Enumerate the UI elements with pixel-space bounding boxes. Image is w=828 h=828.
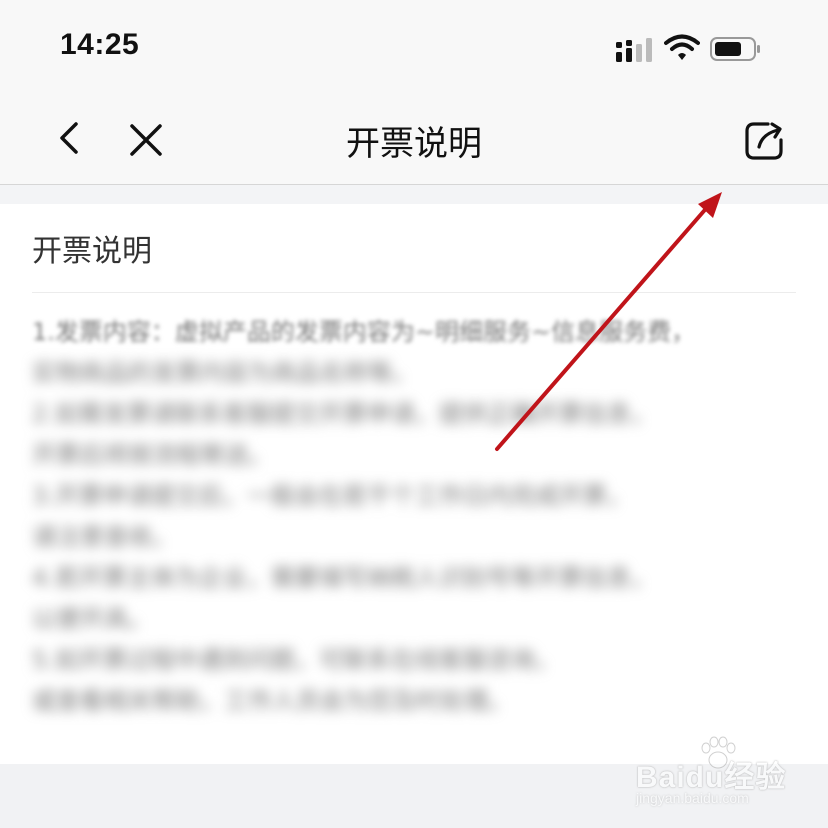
- blurred-paragraphs: 实物商品的发票内容为商品名称等。 2.如需发票请联系客服提交开票申请，提供正确开…: [32, 353, 796, 722]
- content-line: 实物商品的发票内容为商品名称等。: [32, 359, 416, 387]
- content-line: 开票后将按流程寄送。: [32, 441, 272, 469]
- watermark-url: jingyan.baidu.com: [636, 790, 749, 806]
- content-line: 请注意查收。: [32, 523, 176, 551]
- content-card: 开票说明 1.发票内容：虚拟产品的发票内容为~明细服务~信息服务费， 实物商品的…: [0, 204, 828, 764]
- signal-icon: [616, 38, 652, 62]
- content-line: 5.如开票过程中遇到问题，可联系在线客服咨询，: [32, 646, 559, 674]
- content-line: 2.如需发票请联系客服提交开票申请，提供正确开票信息，: [32, 400, 655, 428]
- content-body: 1.发票内容：虚拟产品的发票内容为~明细服务~信息服务费， 实物商品的发票内容为…: [32, 312, 796, 722]
- nav-title: 开票说明: [346, 124, 482, 164]
- nav-bar: 开票说明: [0, 96, 828, 185]
- divider: [32, 292, 796, 293]
- watermark: Baidu经验 jingyan.baidu.com: [628, 736, 808, 816]
- status-bar: 14:25: [0, 0, 828, 96]
- content-line: 4.若开票主体为企业，需要填写纳税人识别号等开票信息，: [32, 564, 655, 592]
- content-title: 开票说明: [32, 234, 152, 269]
- battery-icon: [710, 37, 760, 61]
- wifi-icon: [664, 34, 700, 60]
- content-line: 以便开具。: [32, 605, 152, 633]
- status-time: 14:25: [60, 28, 140, 61]
- share-icon[interactable]: [742, 118, 788, 164]
- content-line: 3.开票申请提交后，一般会在若干个工作日内完成开票，: [32, 482, 631, 510]
- content-line: 或查看相关帮助，工作人员会为您及时处理。: [32, 687, 512, 715]
- content-line: 1.发票内容：虚拟产品的发票内容为~明细服务~信息服务费，: [32, 318, 696, 346]
